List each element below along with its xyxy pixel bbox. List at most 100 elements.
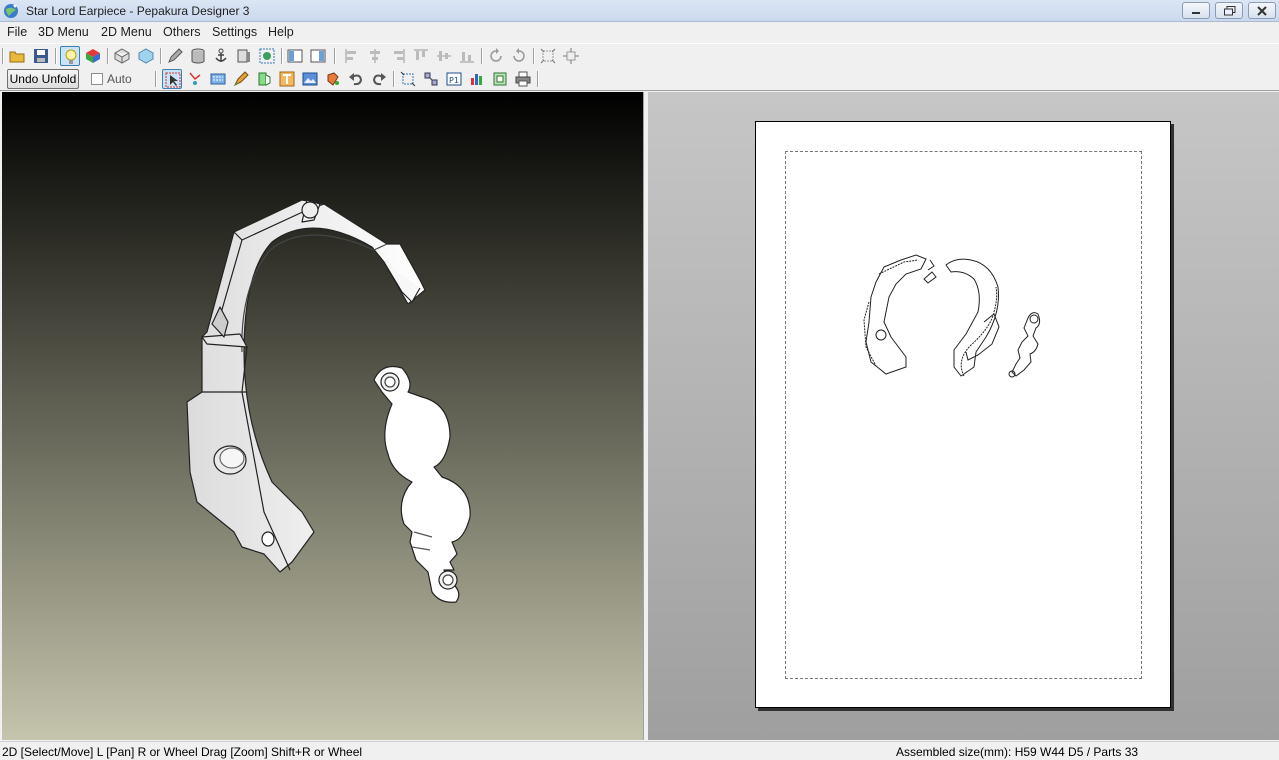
fit-page-button[interactable] <box>398 69 418 89</box>
pattern-part-left[interactable] <box>863 254 935 375</box>
menu-bar: File 3D Menu 2D Menu Others Settings Hel… <box>0 22 1279 42</box>
color-cube-icon <box>86 49 100 63</box>
align-center-button[interactable] <box>365 46 385 66</box>
toolbar-separator <box>160 48 162 64</box>
edit-button[interactable] <box>165 46 185 66</box>
menu-2d[interactable]: 2D Menu <box>101 25 152 39</box>
menu-file[interactable]: File <box>7 25 27 39</box>
print-preview-button[interactable] <box>490 69 510 89</box>
toolbar-separator <box>155 71 157 87</box>
arrange-button[interactable] <box>421 69 441 89</box>
align-left-icon <box>345 49 356 63</box>
texture-button[interactable] <box>83 46 103 66</box>
restore-icon <box>1224 6 1236 16</box>
page-number-button[interactable]: P1 <box>444 69 464 89</box>
align-middle-button[interactable] <box>434 46 454 66</box>
3d-model-render[interactable] <box>2 92 643 740</box>
book-button[interactable] <box>234 46 254 66</box>
menu-help[interactable]: Help <box>268 25 294 39</box>
save-button[interactable] <box>31 46 51 66</box>
pattern-part-middle[interactable] <box>923 258 1000 377</box>
align-left-button[interactable] <box>342 46 362 66</box>
anchor-button[interactable] <box>211 46 231 66</box>
pepakura-globe-icon[interactable] <box>3 3 19 19</box>
print-button[interactable] <box>513 69 533 89</box>
status-bar: 2D [Select/Move] L [Pan] R or Wheel Drag… <box>0 741 1279 760</box>
minimize-icon <box>1192 12 1200 14</box>
3d-viewport[interactable] <box>2 92 643 740</box>
align-top-icon <box>414 49 428 60</box>
2d-pattern-view[interactable] <box>648 92 1279 740</box>
secondary-toolbar: Undo Unfold Auto P1 <box>0 67 1279 91</box>
rotate-right-90-button[interactable] <box>509 46 529 66</box>
cylinder-icon <box>191 48 205 64</box>
align-bottom-button[interactable] <box>457 46 477 66</box>
menu-3d[interactable]: 3D Menu <box>38 25 89 39</box>
layout-split-button[interactable] <box>308 46 328 66</box>
select-globe-button[interactable] <box>257 46 277 66</box>
unfold-button[interactable] <box>136 46 156 66</box>
assembled-size-text: Assembled size(mm): H59 W44 D5 / Parts 3… <box>896 745 1139 759</box>
expand-button[interactable] <box>561 46 581 66</box>
text-button[interactable] <box>277 69 297 89</box>
earpiece-bar-model[interactable] <box>373 365 471 603</box>
toolbar-separator <box>281 48 283 64</box>
paper-button[interactable] <box>208 69 228 89</box>
title-bar: Star Lord Earpiece - Pepakura Designer 3 <box>0 0 1279 22</box>
window-title: Star Lord Earpiece - Pepakura Designer 3 <box>26 4 250 18</box>
toolbar-separator <box>533 48 535 64</box>
layout-single-button[interactable] <box>285 46 305 66</box>
minimize-button[interactable] <box>1182 2 1210 19</box>
join-edge-button[interactable] <box>185 69 205 89</box>
expand-frame-icon <box>563 48 579 64</box>
fit-button[interactable] <box>538 46 558 66</box>
rotate-left-90-button[interactable] <box>486 46 506 66</box>
undo-button[interactable] <box>346 69 366 89</box>
auto-checkbox[interactable] <box>91 73 103 85</box>
undo-unfold-button[interactable]: Undo Unfold <box>7 69 79 89</box>
paper-sheet[interactable] <box>755 121 1171 708</box>
flap-icon <box>258 72 271 86</box>
toolbar-separator <box>334 48 336 64</box>
window-left-icon <box>287 49 303 63</box>
unfold-cube-icon <box>138 48 154 64</box>
cube-outline-icon <box>114 48 130 64</box>
join-edges-icon <box>189 72 201 85</box>
unfolded-pattern[interactable] <box>756 122 1172 709</box>
open-button[interactable] <box>7 46 27 66</box>
select-tool-button[interactable] <box>162 69 182 89</box>
book-icon <box>237 49 250 63</box>
undo-icon <box>349 73 363 86</box>
chart-button[interactable] <box>467 69 487 89</box>
wireframe-button[interactable] <box>112 46 132 66</box>
toolbar-grip[interactable] <box>2 48 4 64</box>
image-icon <box>302 72 318 86</box>
menu-settings[interactable]: Settings <box>212 25 257 39</box>
close-icon <box>1257 6 1267 16</box>
flap-button[interactable] <box>254 69 274 89</box>
redo-button[interactable] <box>369 69 389 89</box>
window-right-icon <box>310 49 326 63</box>
pattern-part-right[interactable] <box>1008 312 1041 378</box>
light-bulb-icon <box>65 49 77 64</box>
text-t-icon <box>279 71 295 87</box>
menu-others[interactable]: Others <box>163 25 201 39</box>
align-middle-icon <box>437 51 451 61</box>
fit-frame-icon <box>540 48 556 64</box>
align-right-button[interactable] <box>388 46 408 66</box>
main-toolbar <box>0 43 1279 67</box>
align-top-button[interactable] <box>411 46 431 66</box>
lighting-button[interactable] <box>60 46 80 66</box>
close-button[interactable] <box>1248 2 1276 19</box>
rotate-ccw-icon <box>490 48 502 62</box>
pen-color-button[interactable] <box>231 69 251 89</box>
redo-icon <box>372 73 386 86</box>
image-button[interactable] <box>300 69 320 89</box>
texture-rotate-button[interactable] <box>323 69 343 89</box>
restore-button[interactable] <box>1215 2 1243 19</box>
rotate-texture-icon <box>327 72 339 86</box>
arrange-parts-icon <box>424 72 438 86</box>
status-hint-text: 2D [Select/Move] L [Pan] R or Wheel Drag… <box>2 745 363 759</box>
toolbar-separator <box>537 71 539 87</box>
cylinder-button[interactable] <box>188 46 208 66</box>
